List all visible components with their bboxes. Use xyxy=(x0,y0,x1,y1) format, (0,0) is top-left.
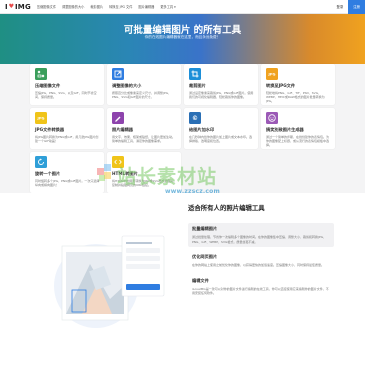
tool-card-title: HTML转图片 xyxy=(112,171,138,176)
rotate-icon xyxy=(35,156,47,168)
feature-heading: 批量编辑图片 xyxy=(192,226,218,231)
svg-text:JPG: JPG xyxy=(37,117,45,121)
hero-subtitle: 你的在线图片编辑器就在这里，而且永远免费！ xyxy=(144,35,221,39)
feature-text: iLoveIMG是一款可以对你的图片文件进行编辑的在线工具，你可以直接使用它来编… xyxy=(192,286,329,296)
tool-card-title: 给图片加水印 xyxy=(189,127,215,132)
nav-item-crop[interactable]: 裁剪图片 xyxy=(90,4,103,9)
feature-section: 适合所有人的照片编辑工具 批量编辑图片 通过批量处理，节省你一次编辑多个图像的时… xyxy=(0,193,365,365)
nav-item-convert-jpg[interactable]: 转换至 JPG 文件 xyxy=(109,4,132,9)
tool-card-desc: 将HTML中的网页转换为JPG或SVG格式的图片。复制并粘贴网页的URL链接。 xyxy=(112,179,177,188)
tool-card-rotate[interactable]: 旋转一个图片 同时旋转多个JPG、PNG或GIF图片。一次只选择纵向或横向图片！ xyxy=(30,152,104,193)
nav-actions: 登录 注册 xyxy=(331,0,365,14)
tool-card-compress[interactable]: 压缩图像文件 压缩JPG、PNG、SVG、以及GIF，同时节省空间，保持质量。 xyxy=(30,64,104,105)
tool-card-desc: 通过一个简单的步骤，在线创建你的表情包。为你的图像配上标题，或从流行的表情包模板… xyxy=(266,135,330,148)
meme-icon xyxy=(266,112,278,124)
resize-icon xyxy=(112,68,124,80)
nav-item-more-tools[interactable]: 更多工具 ▾ xyxy=(160,4,175,9)
hero-banner: 可批量编辑图片 的所有工具 你的在线图片编辑器就在这里，而且永远免费！ xyxy=(0,14,365,64)
tool-card-html[interactable]: HTML转图片 将HTML中的网页转换为JPG或SVG格式的图片。复制并粘贴网页… xyxy=(107,152,181,193)
signup-button[interactable]: 注册 xyxy=(348,0,365,14)
tool-card-desc: 将JPG图片转换为PNG或GIF，用几张JPG图片创建一个GIF动画！ xyxy=(35,135,99,144)
tool-card-desc: 通过设定像素来裁剪JPG、PNG或GIF图片。使用我们的可视化编辑器，轻松裁剪你… xyxy=(189,91,254,100)
tool-card-desc: 轻松地将PNG、GIF、TIF、PSD、SVG、WEBP、HEIC或RAW格式的… xyxy=(266,91,325,104)
html-icon xyxy=(112,156,124,168)
to-jpg-icon: JPG xyxy=(266,68,278,80)
feature-list: 批量编辑图片 通过批量处理，节省你一次编辑多个图像的时间。在你的图像集中压缩、调… xyxy=(188,223,334,303)
compress-icon xyxy=(35,68,47,80)
tool-card-title: 裁剪图片 xyxy=(189,83,206,88)
tool-card-title: JPG文件转换器 xyxy=(35,127,65,132)
tool-card-desc: 按照百分比或像素来定义尺寸，并调整JPG、PNG、SVG和GIF图片的尺寸。 xyxy=(112,91,172,100)
tool-card-watermark[interactable]: © 给图片加水印 在几秒钟内给你的图片加上图片或文本水印。选择排版、透明度和位置… xyxy=(184,108,258,149)
nav-item-photo-editor[interactable]: 图片编辑器 xyxy=(138,4,154,9)
logo-text-img: IMG xyxy=(15,2,31,11)
feature-section-title: 适合所有人的照片编辑工具 xyxy=(188,204,265,212)
empty-slot xyxy=(184,152,258,193)
login-button[interactable]: 登录 xyxy=(331,0,348,14)
tool-card-photo-editor[interactable]: 照片编辑器 用文字、效果、框架或贴纸，让图片更加生动。简单的编辑工具，满足你的图… xyxy=(107,108,181,149)
tool-card-title: 旋转一个图片 xyxy=(35,171,61,176)
empty-slot xyxy=(261,152,335,193)
svg-text:©: © xyxy=(192,115,198,122)
logo-text-i: I xyxy=(5,2,8,11)
svg-text:JPG: JPG xyxy=(268,73,276,77)
crop-icon xyxy=(189,68,201,80)
main-nav: 压缩图像文件 调整图像的大小 裁剪图片 转换至 JPG 文件 图片编辑器 更多工… xyxy=(37,4,182,9)
tool-card-crop[interactable]: 裁剪图片 通过设定像素来裁剪JPG、PNG或GIF图片。使用我们的可视化编辑器，… xyxy=(184,64,258,105)
nav-item-resize[interactable]: 调整图像的大小 xyxy=(62,4,84,9)
feature-item-edit: 编辑文件 iLoveIMG是一款可以对你的图片文件进行编辑的在线工具，你可以直接… xyxy=(188,275,334,299)
tool-card-resize[interactable]: 调整图像的大小 按照百分比或像素来定义尺寸，并调整JPG、PNG、SVG和GIF… xyxy=(107,64,181,105)
tool-card-desc: 在几秒钟内给你的图片加上图片或文本水印。选择排版、透明度和位置。 xyxy=(189,135,253,144)
hero-title: 可批量编辑图片 的所有工具 xyxy=(123,25,242,36)
tool-card-desc: 用文字、效果、框架或贴纸，让图片更加生动。简单的编辑工具，满足你的图像需求。 xyxy=(112,135,176,144)
photo-editor-icon xyxy=(112,112,124,124)
feature-text: 在你的网站上使用之前优化你的图像，以获得更快的加载速度。压缩图像大小，同时保持最… xyxy=(192,263,325,268)
tool-card-meme[interactable]: 搞笑別致图片生成器 通过一个简单的步骤，在线创建你的表情包。为你的图像配上标题，… xyxy=(261,108,335,149)
heart-icon: ♥ xyxy=(8,3,14,10)
tools-grid: 压缩图像文件 压缩JPG、PNG、SVG、以及GIF，同时节省空间，保持质量。 … xyxy=(30,64,335,193)
tool-card-title: 转换至JPG文件 xyxy=(266,83,296,88)
feature-item-optimize: 优化网页图片 在你的网站上使用之前优化你的图像，以获得更快的加载速度。压缩图像大… xyxy=(188,251,334,271)
tool-card-title: 调整图像的大小 xyxy=(112,83,142,88)
nav-item-compress[interactable]: 压缩图像文件 xyxy=(37,4,56,9)
top-navigation-bar: I ♥ IMG 压缩图像文件 调整图像的大小 裁剪图片 转换至 JPG 文件 图… xyxy=(0,0,365,14)
tool-card-desc: 压缩JPG、PNG、SVG、以及GIF，同时节省空间，保持质量。 xyxy=(35,91,97,100)
tool-card-title: 搞笑別致图片生成器 xyxy=(266,127,304,132)
site-logo[interactable]: I ♥ IMG xyxy=(5,3,31,11)
tool-card-title: 压缩图像文件 xyxy=(35,83,61,88)
watermark-icon: © xyxy=(189,112,201,124)
feature-heading: 优化网页图片 xyxy=(192,254,218,260)
tool-card-from-jpg[interactable]: JPG JPG文件转换器 将JPG图片转换为PNG或GIF，用几张JPG图片创建… xyxy=(30,108,104,149)
from-jpg-icon: JPG xyxy=(35,112,47,124)
feature-item-batch: 批量编辑图片 通过批量处理，节省你一次编辑多个图像的时间。在你的图像集中压缩、调… xyxy=(188,223,334,248)
feature-text: 通过批量处理，节省你一次编辑多个图像的时间。在你的图像集中压缩、调整大小、裁剪和… xyxy=(192,235,327,244)
tool-card-to-jpg[interactable]: JPG 转换至JPG文件 轻松地将PNG、GIF、TIF、PSD、SVG、WEB… xyxy=(261,64,335,105)
tool-card-desc: 同时旋转多个JPG、PNG或GIF图片。一次只选择纵向或横向图片！ xyxy=(35,179,100,188)
feature-heading: 编辑文件 xyxy=(192,277,209,283)
editor-illustration xyxy=(54,235,165,328)
tool-card-title: 照片编辑器 xyxy=(112,127,133,132)
